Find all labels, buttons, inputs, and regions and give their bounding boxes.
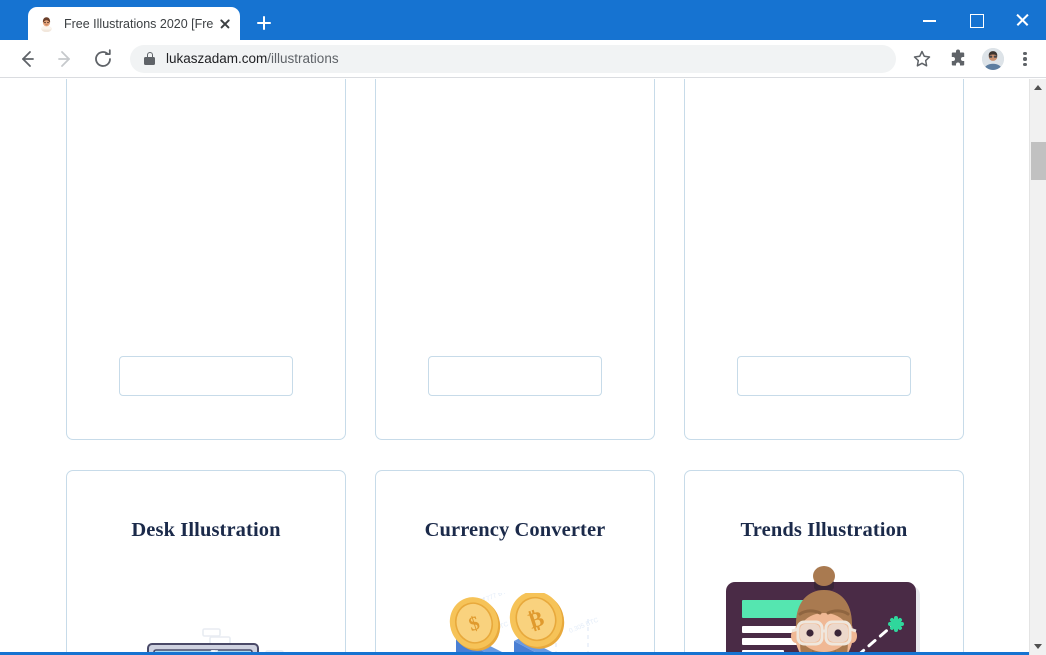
window-controls <box>908 0 1046 40</box>
scroll-up-arrow-icon[interactable] <box>1030 79 1046 96</box>
illustrations-page: Desk Illustration Currency Converter 0.7… <box>0 79 1029 655</box>
illustration-card[interactable] <box>66 79 346 440</box>
svg-text:0.305 BTC: 0.305 BTC <box>568 617 600 635</box>
download-button[interactable] <box>119 356 293 396</box>
trends-illustration <box>685 542 963 655</box>
browser-titlebar: Free Illustrations 2020 [Free SVG <box>0 0 1046 40</box>
close-icon[interactable] <box>216 15 234 33</box>
new-tab-button[interactable] <box>250 9 278 37</box>
desk-illustration: k <box>67 542 345 655</box>
card-artwork <box>685 79 963 356</box>
forward-button[interactable] <box>50 44 80 74</box>
minimize-button[interactable] <box>908 0 954 40</box>
scrollbar-thumb[interactable] <box>1031 142 1046 180</box>
page-viewport: Desk Illustration Currency Converter 0.7… <box>0 79 1046 655</box>
page-scrollbar[interactable] <box>1029 79 1046 655</box>
extensions-puzzle-icon[interactable] <box>943 44 973 74</box>
illustration-card-trends[interactable]: Trends Illustration <box>684 470 964 655</box>
card-artwork <box>67 79 345 356</box>
card-title: Desk Illustration <box>131 519 281 541</box>
url-text: lukaszadam.com/illustrations <box>166 51 339 66</box>
browser-toolbar: lukaszadam.com/illustrations <box>0 40 1046 78</box>
illustration-card[interactable] <box>684 79 964 440</box>
maximize-button[interactable] <box>954 0 1000 40</box>
address-bar[interactable]: lukaszadam.com/illustrations <box>130 44 896 73</box>
reload-button[interactable] <box>88 44 118 74</box>
download-button[interactable] <box>428 356 602 396</box>
illustration-card-desk[interactable]: Desk Illustration <box>66 470 346 655</box>
illustration-grid: Desk Illustration Currency Converter 0.7… <box>0 79 1029 655</box>
currency-converter-illustration: 0.777 BTC 0.444 BTC 0.777 BTC 0.444 BTC … <box>376 542 654 655</box>
bookmark-star-icon[interactable] <box>907 44 937 74</box>
url-path: /illustrations <box>267 51 339 66</box>
illustration-card[interactable] <box>375 79 655 440</box>
url-host: lukaszadam.com <box>166 51 268 66</box>
profile-avatar[interactable] <box>982 47 1004 70</box>
close-window-button[interactable] <box>1000 0 1046 40</box>
browser-menu-icon[interactable] <box>1012 44 1038 74</box>
lock-icon <box>144 52 155 65</box>
browser-window: Free Illustrations 2020 [Free SVG <box>0 0 1046 655</box>
browser-tab[interactable]: Free Illustrations 2020 [Free SVG <box>28 7 240 40</box>
back-button[interactable] <box>12 44 42 74</box>
site-favicon <box>38 15 55 33</box>
illustration-card-currency[interactable]: Currency Converter 0.777 BTC 0.444 BTC 0… <box>375 470 655 655</box>
card-title: Currency Converter <box>424 519 606 541</box>
download-button[interactable] <box>737 356 911 396</box>
scroll-down-arrow-icon[interactable] <box>1030 638 1046 655</box>
card-artwork <box>376 79 654 356</box>
card-title: Trends Illustration <box>740 519 908 541</box>
tab-title: Free Illustrations 2020 [Free SVG <box>64 16 214 31</box>
